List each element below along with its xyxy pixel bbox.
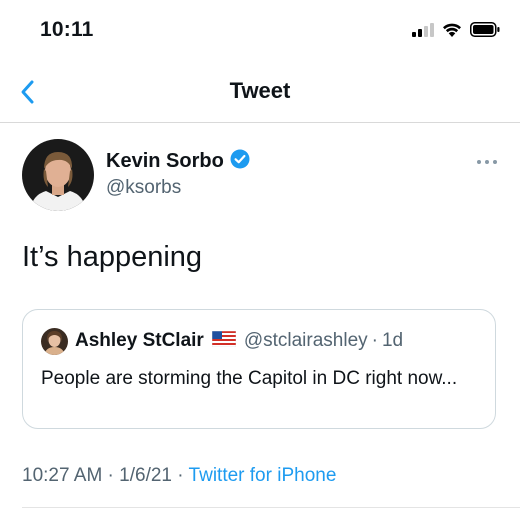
tweet-source-link[interactable]: Twitter for iPhone xyxy=(189,465,337,486)
meta-separator: · xyxy=(177,465,184,486)
more-icon xyxy=(476,153,498,170)
author-handle[interactable]: @ksorbs xyxy=(106,177,181,199)
tweet-meta-row: 10:27 AM · 1/6/21 · Twitter for iPhone xyxy=(22,465,336,487)
quoted-tweet-time: 1d xyxy=(381,330,404,351)
battery-icon xyxy=(470,22,500,42)
quoted-author-avatar xyxy=(41,328,68,355)
quoted-author-name: Ashley StClair xyxy=(75,330,204,351)
quoted-tweet-card[interactable]: Ashley StClair @stclairashley · 1d Peopl… xyxy=(22,309,496,429)
more-button[interactable] xyxy=(476,153,498,171)
wifi-icon xyxy=(442,22,462,42)
cellular-signal-icon xyxy=(412,22,434,42)
tweet-timestamp: 10:27 AM · 1/6/21 xyxy=(22,465,172,486)
quoted-separator: · xyxy=(371,330,378,351)
page-title: Tweet xyxy=(229,78,291,103)
quoted-tweet-text: People are storming the Capitol in DC ri… xyxy=(41,368,458,389)
author-avatar[interactable] xyxy=(22,139,94,211)
author-name-row: Kevin Sorbo xyxy=(106,149,250,174)
verified-badge-icon xyxy=(230,149,250,174)
us-flag-icon xyxy=(211,330,237,352)
quoted-tweet-header: Ashley StClair @stclairashley · 1d xyxy=(75,330,403,352)
navigation-bar: Tweet xyxy=(0,64,520,123)
divider xyxy=(22,507,520,508)
status-time: 10:11 xyxy=(40,18,94,41)
status-icons xyxy=(412,22,500,42)
quoted-author-handle: @stclairashley xyxy=(243,330,368,351)
author-name[interactable]: Kevin Sorbo xyxy=(106,150,224,173)
tweet-text: It’s happening xyxy=(22,241,203,273)
status-bar: 10:11 xyxy=(0,0,520,64)
